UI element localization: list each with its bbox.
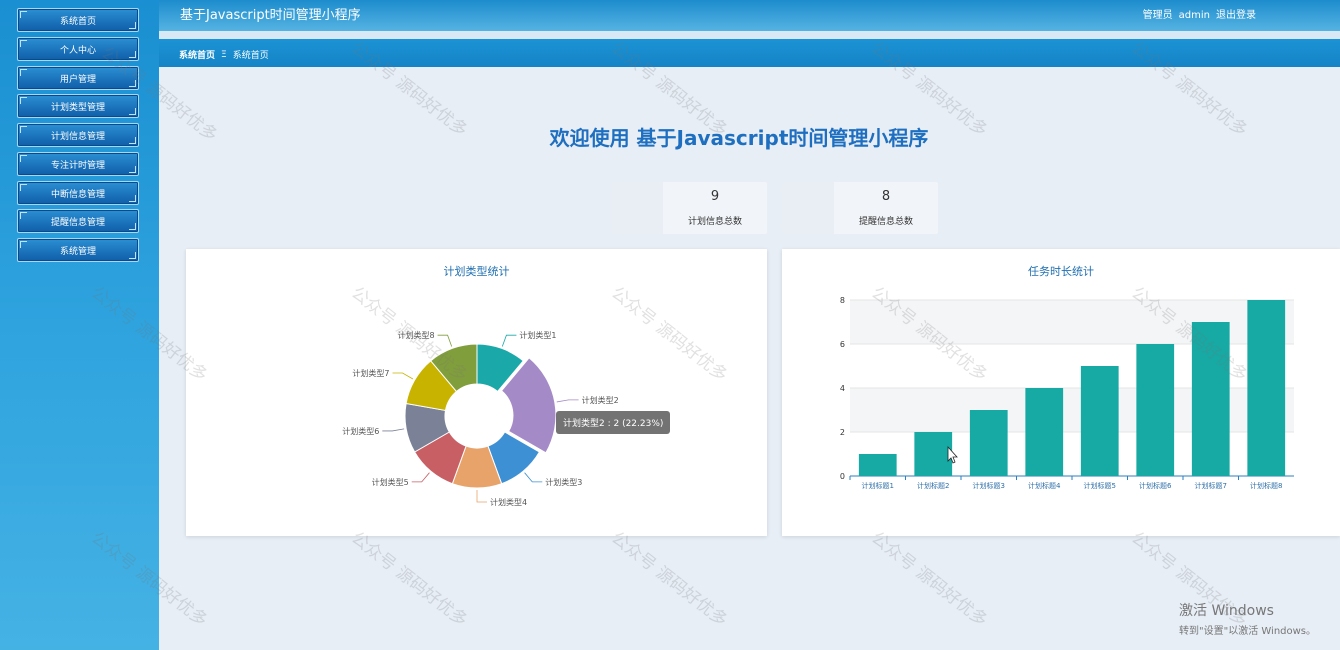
pie-label-line	[524, 472, 543, 483]
pie-label: 计划类型8	[397, 330, 434, 340]
welcome-heading: 欢迎使用 基于Javascript时间管理小程序	[549, 126, 929, 150]
top-bar: 基于Javascript时间管理小程序 管理员 admin 退出登录	[159, 0, 1340, 31]
x-tick-label: 计划标题4	[1028, 481, 1061, 490]
pie-tooltip: 计划类型2 : 2 (22.23%)	[556, 411, 671, 434]
breadcrumb-current: 系统首页	[232, 51, 269, 61]
stat-card-reminders: 8 提醒信息总数	[782, 182, 938, 234]
y-tick-label: 0	[840, 472, 845, 481]
app-title: 基于Javascript时间管理小程序	[180, 8, 361, 23]
pie-label: 计划类型3	[545, 477, 582, 487]
x-tick-label: 计划标题6	[1139, 481, 1172, 490]
bar	[1191, 322, 1230, 476]
watermark: 公众号 源码好优多	[607, 528, 732, 631]
pie-label: 计划类型7	[352, 368, 389, 378]
header-divider	[159, 31, 1340, 39]
x-tick-label: 计划标题1	[862, 481, 894, 490]
pie-label: 计划类型6	[342, 426, 379, 436]
pie-label-line	[411, 472, 430, 483]
user-role: 管理员	[1142, 10, 1173, 21]
sidebar-item-profile[interactable]: 个人中心	[17, 37, 139, 61]
y-tick-label: 6	[840, 340, 845, 349]
pie-label-line	[382, 428, 405, 432]
bar-chart: 0 2 4 6 8 计划标题1 计划标题2 计划标题3 计划标题4 计划标题5 计划标题6 计划标题7…	[840, 296, 1294, 490]
pie-chart: 计划类型1 计划类型2 计划类型3 计划类型4 计划类型5 计划类型6 计划类型7 计划类型8	[342, 330, 619, 507]
sidebar-item-plan-types[interactable]: 计划类型管理	[17, 94, 139, 118]
y-tick-label: 4	[840, 384, 845, 393]
bar	[1136, 344, 1175, 476]
watermark: 公众号 源码好优多	[347, 528, 472, 631]
sidebar-item-users[interactable]: 用户管理	[17, 66, 139, 90]
pie-label-line	[556, 399, 579, 403]
x-tick-label: 计划标题2	[917, 481, 949, 490]
stat-value: 9	[710, 189, 720, 204]
bar	[914, 432, 953, 476]
pie-label-line	[437, 334, 453, 347]
stat-icon	[782, 182, 834, 234]
bar	[1025, 388, 1064, 476]
bar	[1080, 366, 1119, 476]
pie-label: 计划类型4	[490, 497, 527, 507]
sidebar-item-plan-info[interactable]: 计划信息管理	[17, 123, 139, 147]
stat-card-plans: 9 计划信息总数	[611, 182, 767, 234]
pie-label-line	[501, 334, 517, 347]
bar	[969, 410, 1008, 476]
activation-subtitle: 转到"设置"以激活 Windows。	[1179, 626, 1317, 637]
stat-label: 提醒信息总数	[858, 217, 913, 227]
sidebar-item-interrupts[interactable]: 中断信息管理	[17, 181, 139, 205]
sidebar-item-reminders[interactable]: 提醒信息管理	[17, 209, 139, 233]
bar-chart-panel: 任务时长统计 0 2 4 6 8 计划标题1 计划标题2 计划标题3 计划标题4 计划标题5 计划标…	[782, 249, 1340, 536]
sidebar: 系统首页 个人中心 用户管理 计划类型管理 计划信息管理 专注计时管理 中断信息…	[0, 0, 159, 650]
activation-title: 激活 Windows	[1179, 603, 1274, 619]
bar	[1247, 300, 1286, 476]
stat-icon	[611, 182, 663, 234]
pie-label: 计划类型1	[519, 330, 556, 340]
x-tick-label: 计划标题3	[973, 481, 1005, 490]
x-tick-label: 计划标题7	[1195, 481, 1227, 490]
sidebar-item-focus-timer[interactable]: 专注计时管理	[17, 152, 139, 176]
watermark: 公众号 源码好优多	[867, 528, 992, 631]
username: admin	[1178, 10, 1210, 21]
sidebar-item-home[interactable]: 系统首页	[17, 8, 139, 32]
breadcrumb-home[interactable]: 系统首页	[179, 48, 215, 61]
logout-link[interactable]: 退出登录	[1216, 10, 1256, 21]
x-tick-label: 计划标题8	[1250, 481, 1282, 490]
pie-chart-panel: 计划类型统计 计划类型1 计划类型2 计划类型3 计划类型4 计划类型5 计划类型6 计划类…	[186, 249, 767, 536]
pie-label: 计划类型5	[372, 477, 409, 487]
sidebar-item-system[interactable]: 系统管理	[17, 238, 139, 262]
user-info: 管理员 admin 退出登录	[1137, 6, 1256, 21]
stat-value: 8	[881, 189, 891, 204]
breadcrumb-separator-icon: Ξ	[221, 49, 227, 60]
pie-label-line	[476, 490, 487, 503]
windows-activation-notice: 激活 Windows 转到"设置"以激活 Windows。	[1179, 600, 1316, 637]
y-tick-label: 8	[840, 296, 845, 305]
pie-label: 计划类型2	[582, 395, 619, 405]
breadcrumb: 系统首页 Ξ 系统首页	[159, 39, 1340, 67]
pie-label-line	[392, 372, 414, 380]
y-tick-label: 2	[840, 428, 845, 437]
stat-label: 计划信息总数	[687, 217, 742, 227]
bar	[858, 454, 897, 476]
x-tick-label: 计划标题5	[1084, 481, 1116, 490]
